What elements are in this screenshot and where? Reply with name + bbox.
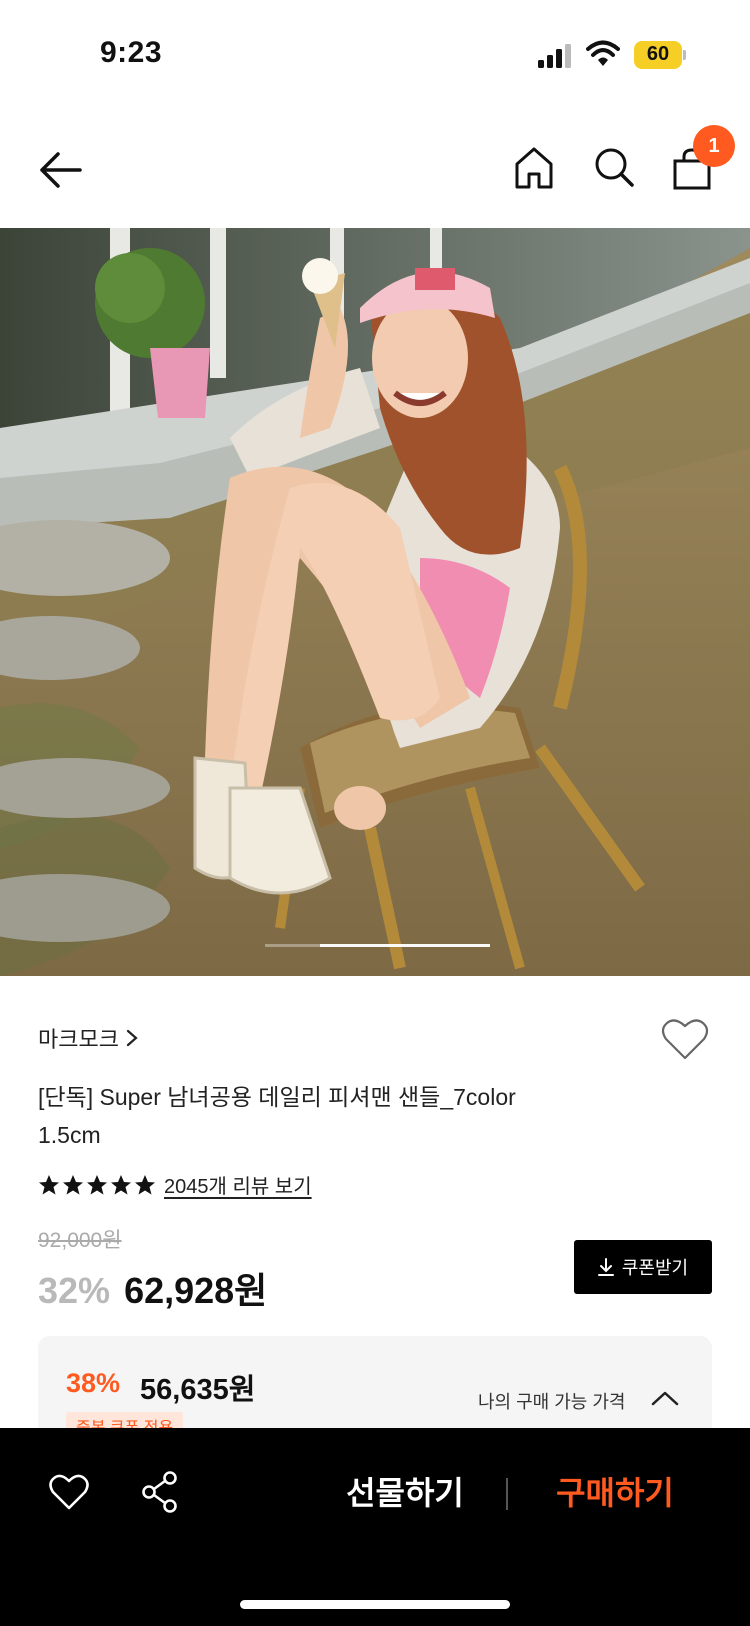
original-price: 92,000원 bbox=[38, 1229, 122, 1252]
carousel-thumb bbox=[320, 944, 490, 947]
star-icon bbox=[135, 1174, 155, 1194]
chevron-up-icon[interactable] bbox=[650, 1388, 680, 1408]
star-icon bbox=[111, 1174, 131, 1194]
battery-level: 60 bbox=[646, 43, 670, 65]
coupon-button[interactable]: 쿠폰받기 bbox=[574, 1240, 712, 1294]
cart-count-badge: 1 bbox=[693, 125, 735, 167]
brand-link[interactable]: 마크모크 bbox=[38, 1022, 139, 1054]
product-photo bbox=[0, 228, 750, 976]
rating-stars bbox=[38, 1174, 156, 1196]
search-icon[interactable] bbox=[593, 146, 635, 188]
status-time: 9:23 bbox=[100, 36, 163, 69]
top-nav: 1 bbox=[0, 120, 750, 220]
best-price-rate: 38% bbox=[66, 1368, 121, 1398]
chevron-right-icon bbox=[126, 1029, 138, 1047]
arrow-left-icon[interactable] bbox=[36, 148, 84, 192]
home-icon[interactable] bbox=[514, 146, 554, 190]
price-row: 32% 62,928원 bbox=[38, 1262, 267, 1314]
product-image[interactable] bbox=[0, 228, 750, 976]
battery-icon: 60 bbox=[634, 41, 686, 69]
share-icon[interactable] bbox=[140, 1470, 180, 1514]
home-indicator bbox=[240, 1600, 510, 1609]
brand-name: 마크모크 bbox=[38, 1027, 119, 1052]
status-bar: 9:23 60 bbox=[0, 0, 750, 110]
bottom-action-bar: 선물하기 구매하기 bbox=[0, 1428, 750, 1626]
discount-rate: 32% bbox=[38, 1270, 111, 1311]
cellular-signal-icon bbox=[538, 44, 571, 68]
star-icon bbox=[63, 1174, 83, 1194]
best-price-value: 56,635원 bbox=[140, 1374, 256, 1406]
best-price-label: 나의 구매 가능 가격 bbox=[478, 1392, 626, 1412]
coupon-button-label: 쿠폰받기 bbox=[621, 1258, 689, 1278]
buy-button[interactable]: 구매하기 bbox=[530, 1468, 700, 1518]
star-icon bbox=[87, 1174, 107, 1194]
divider bbox=[506, 1478, 508, 1510]
heart-icon[interactable] bbox=[48, 1472, 90, 1512]
sale-price: 62,928원 bbox=[124, 1270, 268, 1311]
review-link[interactable]: 2045개 리뷰 보기 bbox=[164, 1170, 312, 1199]
product-title-line2: 1.5cm bbox=[38, 1122, 101, 1148]
carousel-indicator bbox=[265, 944, 490, 947]
wifi-icon bbox=[586, 40, 620, 66]
product-title-line1: [단독] Super 남녀공용 데일리 피셔맨 샌들_7color bbox=[38, 1084, 516, 1110]
gift-button[interactable]: 선물하기 bbox=[320, 1468, 490, 1518]
wishlist-heart-icon[interactable] bbox=[660, 1016, 710, 1062]
star-icon bbox=[39, 1174, 59, 1194]
rating-row: 2045개 리뷰 보기 bbox=[38, 1170, 312, 1199]
download-icon bbox=[597, 1258, 614, 1276]
product-title: [단독] Super 남녀공용 데일리 피셔맨 샌들_7color 1.5cm bbox=[38, 1078, 678, 1154]
